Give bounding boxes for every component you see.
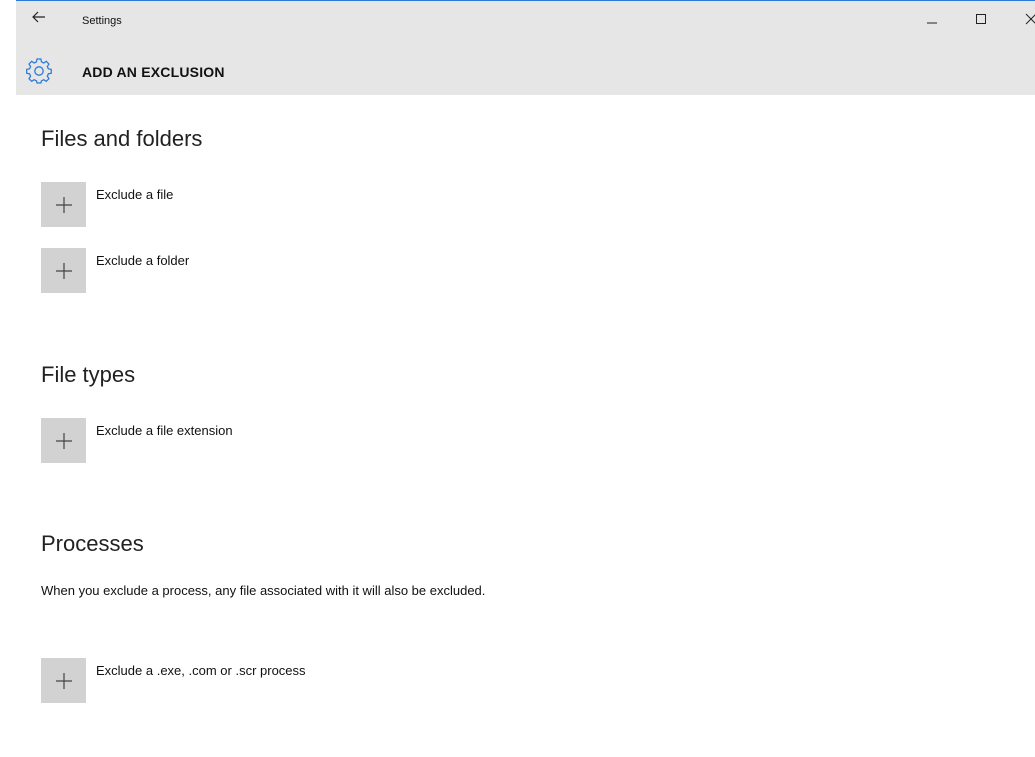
exclude-folder-label[interactable]: Exclude a folder — [96, 253, 189, 268]
section-title-files-folders: Files and folders — [41, 126, 203, 151]
add-exclude-file-button[interactable] — [41, 182, 86, 227]
maximize-icon — [976, 14, 986, 24]
gear-icon — [26, 58, 52, 84]
plus-icon — [55, 196, 72, 213]
close-icon — [1025, 13, 1035, 25]
section-title-file-types: File types — [41, 362, 136, 387]
add-exclude-folder-button[interactable] — [41, 248, 86, 293]
back-button[interactable] — [32, 11, 48, 27]
close-button[interactable] — [1021, 9, 1035, 29]
minimize-button[interactable] — [922, 9, 942, 29]
window-title: Settings — [82, 15, 122, 27]
minimize-icon — [927, 22, 937, 24]
title-bar: Settings — [16, 0, 1035, 49]
plus-icon — [55, 432, 72, 449]
exclude-file-label[interactable]: Exclude a file — [96, 187, 173, 202]
plus-icon — [55, 262, 72, 279]
maximize-button[interactable] — [971, 9, 991, 29]
section-title-processes: Processes — [41, 531, 144, 556]
exclude-process-label[interactable]: Exclude a .exe, .com or .scr process — [96, 663, 306, 678]
page-title: ADD AN EXCLUSION — [82, 64, 225, 80]
plus-icon — [55, 672, 72, 689]
left-edge — [0, 0, 16, 757]
add-exclude-process-button[interactable] — [41, 658, 86, 703]
page-header: ADD AN EXCLUSION — [16, 48, 1035, 95]
exclude-extension-label[interactable]: Exclude a file extension — [96, 423, 233, 438]
back-arrow-icon — [32, 11, 45, 23]
processes-description: When you exclude a process, any file ass… — [41, 583, 486, 598]
add-exclude-extension-button[interactable] — [41, 418, 86, 463]
